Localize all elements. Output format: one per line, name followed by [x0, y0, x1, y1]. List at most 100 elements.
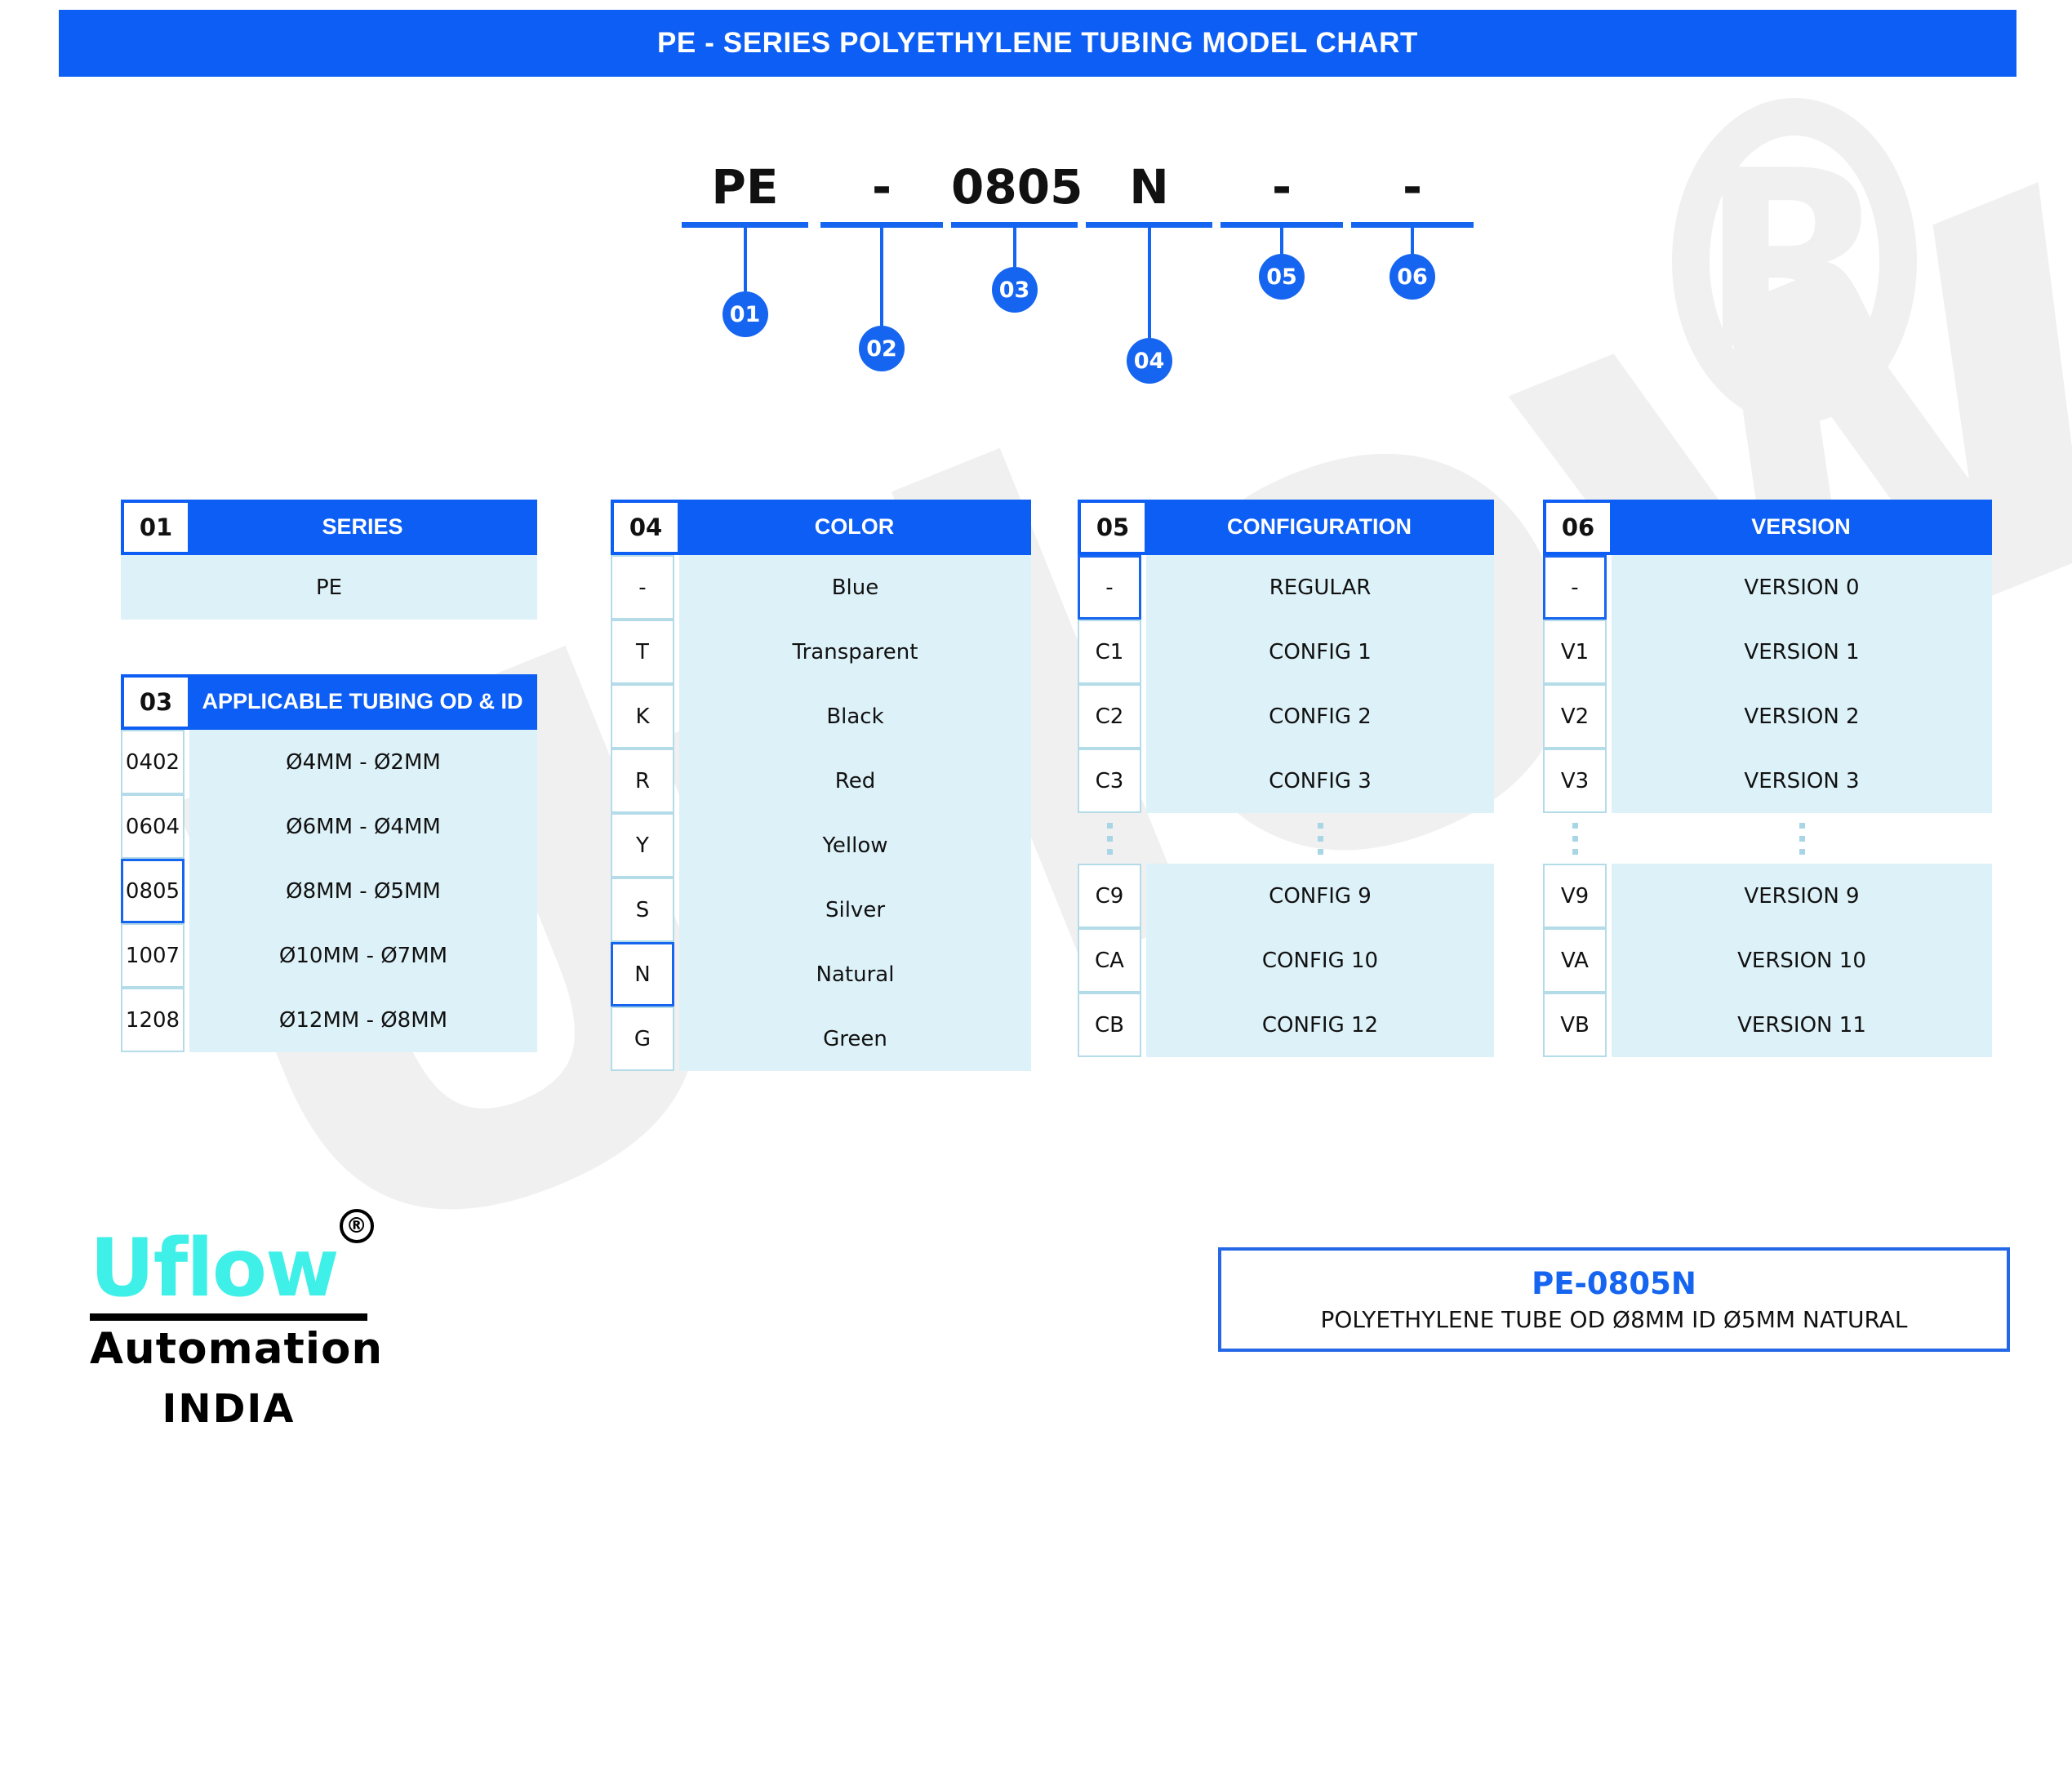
row-description-cell: Silver [679, 878, 1031, 942]
table-header: 03 APPLICABLE TUBING OD & ID [121, 674, 537, 730]
row-description-cell: CONFIG 3 [1146, 749, 1494, 813]
row-code-cell[interactable]: R [611, 749, 674, 813]
table-index-badge: 03 [124, 678, 188, 727]
ellipsis-row [1543, 813, 1992, 864]
row-code-cell[interactable]: V9 [1543, 864, 1607, 928]
dot-icon [1317, 822, 1323, 829]
ellipsis-code-dots [1078, 813, 1141, 864]
row-code-cell[interactable]: Y [611, 813, 674, 878]
ellipsis-row [1078, 813, 1494, 864]
row-description-cell: Ø12MM - Ø8MM [189, 988, 537, 1052]
row-code-cell[interactable]: VB [1543, 993, 1607, 1057]
table-row[interactable]: CA CONFIG 10 [1078, 928, 1494, 993]
table-series: 01 SERIES PE [121, 500, 537, 620]
table-row[interactable]: K Black [611, 684, 1031, 749]
table-row[interactable]: - REGULAR [1078, 555, 1494, 620]
row-description-cell: Ø6MM - Ø4MM [189, 794, 537, 859]
table-row[interactable]: 0604 Ø6MM - Ø4MM [121, 794, 537, 859]
row-code-cell[interactable]: CA [1078, 928, 1141, 993]
row-code-cell[interactable]: C2 [1078, 684, 1141, 749]
row-code-cell[interactable]: 0604 [121, 794, 185, 859]
company-logo: Uflow ® Automation INDIA [90, 1209, 383, 1433]
row-code-cell[interactable]: V2 [1543, 684, 1607, 749]
table-row[interactable]: CB CONFIG 12 [1078, 993, 1494, 1057]
dot-icon [1799, 822, 1805, 829]
table-row[interactable]: V1 VERSION 1 [1543, 620, 1992, 684]
table-row[interactable]: V9 VERSION 9 [1543, 864, 1992, 928]
table-title: VERSION [1751, 514, 1851, 540]
table-row[interactable]: PE [121, 555, 537, 620]
table-version: 06 VERSION - VERSION 0 V1 VERSION 1 V2 VERSION … [1543, 500, 1992, 1057]
row-description-cell: Ø8MM - Ø5MM [189, 859, 537, 923]
row-description-cell: Natural [679, 942, 1031, 1007]
table-row[interactable]: V3 VERSION 3 [1543, 749, 1992, 813]
ellipsis-desc-dots [1146, 813, 1494, 864]
table-row[interactable]: G Green [611, 1007, 1031, 1071]
table-row[interactable]: 0805 Ø8MM - Ø5MM [121, 859, 537, 923]
row-code-cell[interactable]: T [611, 620, 674, 684]
dot-icon [1317, 848, 1323, 855]
header-banner: PE - SERIES POLYETHYLENE TUBING MODEL CH… [59, 10, 2016, 77]
row-description-cell: VERSION 11 [1612, 993, 1992, 1057]
table-row[interactable]: S Silver [611, 878, 1031, 942]
row-code-cell[interactable]: V3 [1543, 749, 1607, 813]
callout-badge-06: 06 [1389, 254, 1435, 300]
table-title: SERIES [322, 514, 403, 540]
dot-icon [1106, 822, 1113, 829]
table-row[interactable]: VA VERSION 10 [1543, 928, 1992, 993]
table-header: 01 SERIES [121, 500, 537, 555]
row-code-cell[interactable]: C1 [1078, 620, 1141, 684]
model-code-segment-01: PE 01 [682, 159, 808, 337]
row-code-cell[interactable]: 0402 [121, 730, 185, 794]
table-title: CONFIGURATION [1227, 514, 1412, 540]
model-code-underline [951, 222, 1078, 228]
row-code-cell[interactable]: S [611, 878, 674, 942]
row-code-cell[interactable]: 0805 [121, 859, 185, 923]
table-row[interactable]: C9 CONFIG 9 [1078, 864, 1494, 928]
ellipsis-desc-dots [1612, 813, 1992, 864]
table-row[interactable]: 0402 Ø4MM - Ø2MM [121, 730, 537, 794]
row-code-cell[interactable]: 1007 [121, 923, 185, 988]
row-description-cell: PE [121, 555, 537, 620]
table-row[interactable]: R Red [611, 749, 1031, 813]
row-code-cell[interactable]: C9 [1078, 864, 1141, 928]
row-description-cell: CONFIG 9 [1146, 864, 1494, 928]
table-row[interactable]: VB VERSION 11 [1543, 993, 1992, 1057]
row-code-cell[interactable]: 1208 [121, 988, 185, 1052]
model-code-glyph: - [1402, 159, 1423, 215]
table-header: 04 COLOR [611, 500, 1031, 555]
dot-icon [1572, 835, 1578, 842]
model-code-glyph: N [1129, 159, 1169, 215]
row-code-cell[interactable]: - [611, 555, 674, 620]
table-row[interactable]: - Blue [611, 555, 1031, 620]
table-row[interactable]: C1 CONFIG 1 [1078, 620, 1494, 684]
dot-icon [1317, 835, 1323, 842]
callout-leader-line [1147, 228, 1151, 338]
table-row[interactable]: 1007 Ø10MM - Ø7MM [121, 923, 537, 988]
logo-country: INDIA [162, 1386, 296, 1433]
table-row[interactable]: T Transparent [611, 620, 1031, 684]
table-row[interactable]: V2 VERSION 2 [1543, 684, 1992, 749]
row-code-cell[interactable]: VA [1543, 928, 1607, 993]
row-code-cell[interactable]: - [1078, 555, 1141, 620]
table-row[interactable]: - VERSION 0 [1543, 555, 1992, 620]
row-code-cell[interactable]: N [611, 942, 674, 1007]
table-title: COLOR [814, 514, 895, 540]
row-code-cell[interactable]: V1 [1543, 620, 1607, 684]
table-row[interactable]: 1208 Ø12MM - Ø8MM [121, 988, 537, 1052]
model-code-glyph: - [871, 159, 892, 215]
row-code-cell[interactable]: K [611, 684, 674, 749]
row-code-cell[interactable]: - [1543, 555, 1607, 620]
table-row[interactable]: Y Yellow [611, 813, 1031, 878]
table-row[interactable]: C2 CONFIG 2 [1078, 684, 1494, 749]
model-code-glyph: PE [711, 159, 779, 215]
row-description-cell: CONFIG 2 [1146, 684, 1494, 749]
table-row[interactable]: N Natural [611, 942, 1031, 1007]
callout-badge-02: 02 [859, 326, 905, 371]
row-code-cell[interactable]: CB [1078, 993, 1141, 1057]
row-code-cell[interactable]: G [611, 1007, 674, 1071]
row-code-cell[interactable]: C3 [1078, 749, 1141, 813]
table-row[interactable]: C3 CONFIG 3 [1078, 749, 1494, 813]
dot-icon [1106, 848, 1113, 855]
model-code-underline [682, 222, 808, 228]
